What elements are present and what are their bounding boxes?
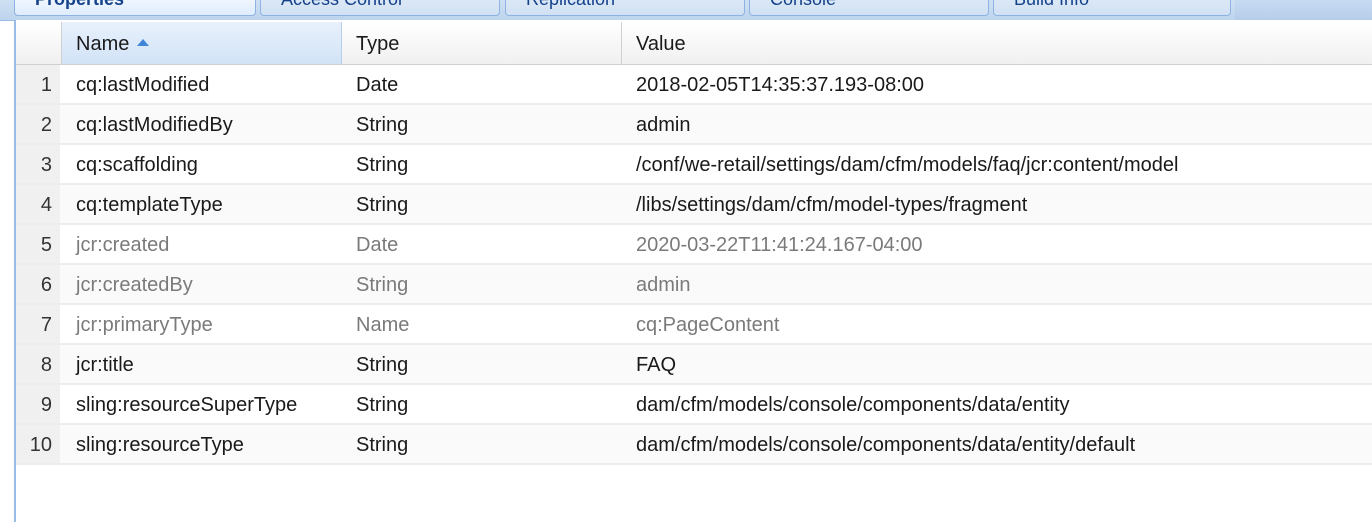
property-type-cell: String: [356, 114, 409, 136]
grid-body: 1 cq:lastModified Date 2018-02-05T14:35:37.…: [16, 65, 1372, 465]
table-row[interactable]: 1 cq:lastModified Date 2018-02-05T14:35:37.…: [16, 65, 1372, 105]
tab-label: Replication: [526, 0, 615, 9]
property-name-cell: jcr:primaryType: [76, 314, 213, 336]
property-type-cell: String: [356, 154, 409, 176]
property-value-cell: dam/cfm/models/console/components/data/e…: [636, 434, 1136, 456]
property-type-cell: String: [356, 194, 409, 216]
row-number: 8: [16, 345, 60, 383]
tab-label: Properties: [35, 0, 124, 9]
column-header-type[interactable]: Type: [342, 22, 622, 64]
row-number: 10: [16, 425, 60, 463]
column-header-label: Value: [636, 33, 686, 55]
row-number: 2: [16, 105, 60, 143]
property-value-cell: /conf/we-retail/settings/dam/cfm/models/…: [636, 154, 1179, 176]
property-name-cell: cq:scaffolding: [76, 154, 198, 176]
property-type-cell: Date: [356, 234, 399, 256]
tab-access-control[interactable]: Access Control: [260, 0, 500, 16]
column-header-value[interactable]: Value: [622, 22, 1372, 64]
row-number-header: [16, 22, 62, 64]
tab-label: Build Info: [1014, 0, 1089, 9]
tab-label: Console: [770, 0, 836, 9]
row-number: 4: [16, 185, 60, 223]
property-value-cell: cq:PageContent: [636, 314, 780, 336]
property-name-cell: jcr:createdBy: [76, 274, 193, 296]
property-value-cell: dam/cfm/models/console/components/data/e…: [636, 394, 1070, 416]
property-name-cell: cq:lastModifiedBy: [76, 114, 233, 136]
table-row[interactable]: 3 cq:scaffolding String/conf/we-retail/set…: [16, 145, 1372, 185]
tab-replication[interactable]: Replication: [505, 0, 745, 16]
property-name-cell: jcr:title: [76, 354, 134, 376]
property-value-cell: admin: [636, 274, 691, 296]
property-type-cell: String: [356, 274, 409, 296]
row-number: 7: [16, 305, 60, 343]
table-row[interactable]: 4 cq:templateType String/libs/settings/dam…: [16, 185, 1372, 225]
property-name-cell: jcr:created: [76, 234, 170, 256]
property-value-cell: admin: [636, 114, 691, 136]
tab-label: Access Control: [281, 0, 402, 9]
table-row[interactable]: 9 sling:resourceSuperType String dam/cfm/mo…: [16, 385, 1372, 425]
table-row[interactable]: 7 jcr:primaryType Name cq:PageContent: [16, 305, 1372, 345]
property-name-cell: cq:templateType: [76, 194, 223, 216]
table-row[interactable]: 8 jcr:title String FAQ: [16, 345, 1372, 385]
sort-ascending-icon: [137, 39, 150, 47]
row-number: 9: [16, 385, 60, 423]
row-number: 6: [16, 265, 60, 303]
property-name-cell: sling:resourceType: [76, 434, 244, 456]
tab-strip: Properties Access Control Replication Co…: [0, 0, 1372, 21]
property-type-cell: String: [356, 354, 409, 376]
crxde-properties-panel: Properties Access Control Replication Co…: [0, 0, 1372, 522]
column-header-name[interactable]: Name: [62, 22, 342, 64]
table-row[interactable]: 5 jcr:created Date 2020-03-22T11:41:24.167-…: [16, 225, 1372, 265]
property-value-cell: FAQ: [636, 354, 677, 376]
tab-console[interactable]: Console: [749, 0, 989, 16]
property-value-cell: 2018-02-05T14:35:37.193-08:00: [636, 74, 925, 96]
row-number: 5: [16, 225, 60, 263]
tab-strip-fill: [1235, 0, 1372, 20]
property-name-cell: sling:resourceSuperType: [76, 394, 298, 416]
property-type-cell: String: [356, 394, 409, 416]
table-row[interactable]: 10 sling:resourceType String dam/cfm/models…: [16, 425, 1372, 465]
properties-grid: Name Type Value 1 cq:lastModified Date 2018…: [14, 20, 1372, 522]
property-type-cell: String: [356, 434, 409, 456]
grid-header: Name Type Value: [16, 22, 1372, 65]
row-number: 3: [16, 145, 60, 183]
property-value-cell: 2020-03-22T11:41:24.167-04:00: [636, 234, 923, 256]
column-header-label: Type: [356, 33, 400, 55]
row-number: 1: [16, 65, 60, 103]
tab-build-info[interactable]: Build Info: [993, 0, 1231, 16]
property-type-cell: Name: [356, 314, 410, 336]
property-type-cell: Date: [356, 74, 399, 96]
column-header-label: Name: [76, 33, 130, 55]
property-value-cell: /libs/settings/dam/cfm/model-types/fragm…: [636, 194, 1028, 216]
table-row[interactable]: 6 jcr:createdBy String admin: [16, 265, 1372, 305]
table-row[interactable]: 2 cq:lastModifiedBy String admin: [16, 105, 1372, 145]
property-name-cell: cq:lastModified: [76, 74, 210, 96]
tab-properties[interactable]: Properties: [14, 0, 256, 16]
